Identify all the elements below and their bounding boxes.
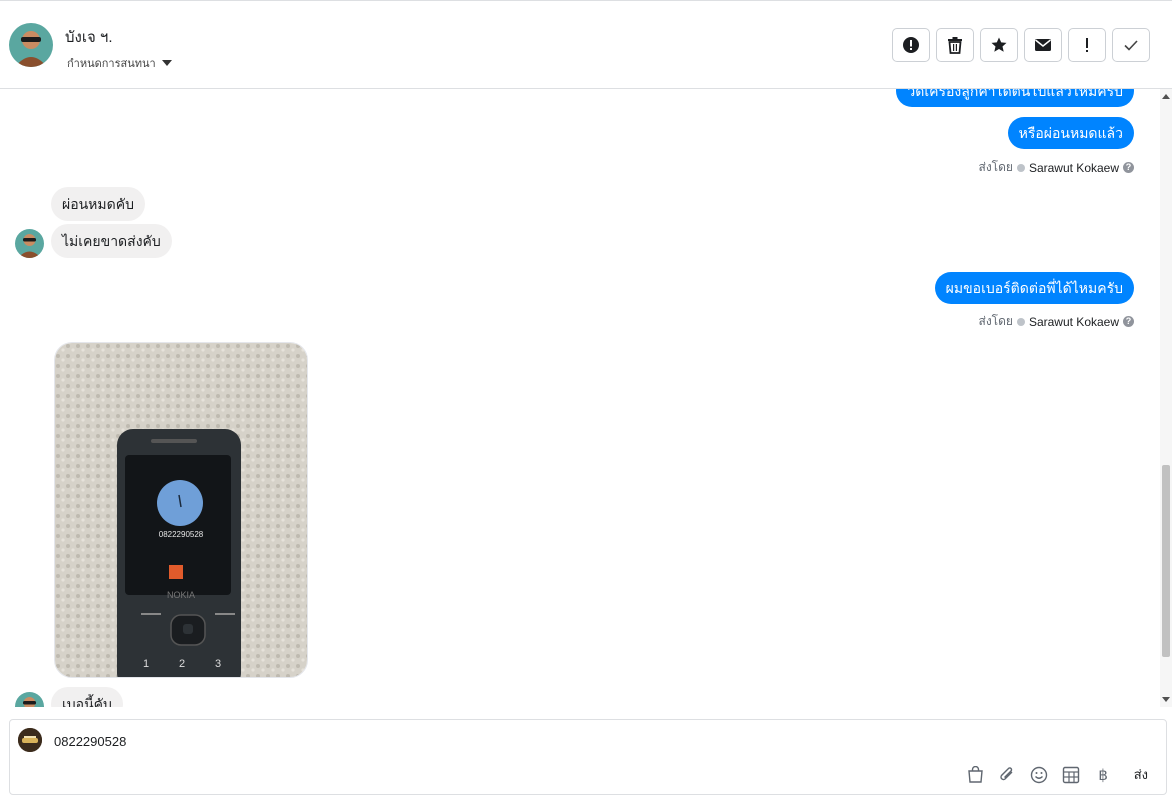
- contact-avatar-small[interactable]: [15, 692, 44, 707]
- sender-name[interactable]: Sarawut Kokaew: [1029, 161, 1119, 175]
- svg-text:3: 3: [215, 658, 221, 670]
- chevron-down-icon: [161, 60, 172, 66]
- scroll-down-icon[interactable]: [1162, 697, 1170, 702]
- message-bubble-outgoing: ผมขอเบอร์ติดต่อพี่ได้ไหมครับ: [934, 272, 1134, 304]
- sender-info: ส่งโดย Sarawut Kokaew ?: [978, 312, 1134, 331]
- star-icon: [991, 37, 1007, 52]
- alert-circle-icon: [903, 37, 919, 53]
- conversation-actions: [892, 28, 1150, 62]
- message-bubble-incoming: เบอนี้คับ: [51, 687, 123, 707]
- message-thread[interactable]: วัดเครื่องลูกค้าได้ต้นไปแล้วไหมครับ หรือ…: [0, 89, 1172, 707]
- spam-button[interactable]: [892, 28, 930, 62]
- mark-unread-button[interactable]: [1024, 28, 1062, 62]
- contact-name: บังเจ ฯ.: [65, 29, 113, 46]
- message-bubble-incoming: ไม่เคยขาดส่งคับ: [51, 224, 172, 258]
- contact-avatar-small[interactable]: [15, 229, 44, 258]
- sender-name[interactable]: Sarawut Kokaew: [1029, 315, 1119, 329]
- table-icon[interactable]: [1062, 765, 1081, 784]
- message-input[interactable]: [54, 734, 954, 749]
- message-bubble-outgoing: หรือผ่อนหมดแล้ว: [1007, 117, 1134, 149]
- contact-avatar[interactable]: [9, 23, 53, 67]
- sender-avatar-icon: [1016, 163, 1025, 172]
- phone-brand: NOKIA: [167, 590, 195, 600]
- message-bubble-incoming: ผ่อนหมดคับ: [51, 187, 145, 221]
- trash-icon: [948, 37, 962, 54]
- scroll-up-icon[interactable]: [1162, 94, 1170, 99]
- envelope-icon: [1035, 39, 1051, 51]
- sent-by-label: ส่งโดย: [978, 314, 1013, 328]
- composer-toolbar: ฿ ส่ง: [966, 764, 1148, 785]
- delete-button[interactable]: [936, 28, 974, 62]
- check-icon: [1124, 40, 1138, 51]
- page-avatar: [18, 728, 42, 752]
- message-composer: ฿ ส่ง: [9, 719, 1167, 795]
- svg-text:2: 2: [179, 658, 185, 670]
- baht-icon[interactable]: ฿: [1094, 765, 1113, 784]
- important-button[interactable]: [1068, 28, 1106, 62]
- conversation-label-dropdown[interactable]: กำหนดการสนทนา: [67, 54, 172, 72]
- star-button[interactable]: [980, 28, 1018, 62]
- help-icon[interactable]: ?: [1123, 162, 1134, 173]
- conversation-header: บังเจ ฯ. กำหนดการสนทนา: [0, 0, 1172, 89]
- svg-text:1: 1: [143, 658, 149, 670]
- attach-icon[interactable]: [998, 765, 1017, 784]
- message-bubble-outgoing: วัดเครื่องลูกค้าได้ต้นไปแล้วไหมครับ: [896, 89, 1134, 107]
- sent-by-label: ส่งโดย: [978, 160, 1013, 174]
- mark-done-button[interactable]: [1112, 28, 1150, 62]
- image-attachment[interactable]: 0822290528 NOKIA 1 2 3: [54, 342, 308, 678]
- conversation-label-text: กำหนดการสนทนา: [67, 58, 156, 70]
- shop-icon[interactable]: [966, 765, 985, 784]
- thread-scrollbar[interactable]: [1160, 89, 1172, 707]
- sender-avatar-icon: [1016, 317, 1025, 326]
- exclamation-icon: [1086, 38, 1088, 52]
- help-icon[interactable]: ?: [1123, 316, 1134, 327]
- send-button[interactable]: ส่ง: [1134, 764, 1148, 785]
- scroll-thumb[interactable]: [1162, 465, 1170, 657]
- phone-screen-number: 0822290528: [159, 530, 204, 539]
- emoji-icon[interactable]: [1030, 765, 1049, 784]
- sender-info: ส่งโดย Sarawut Kokaew ?: [978, 158, 1134, 177]
